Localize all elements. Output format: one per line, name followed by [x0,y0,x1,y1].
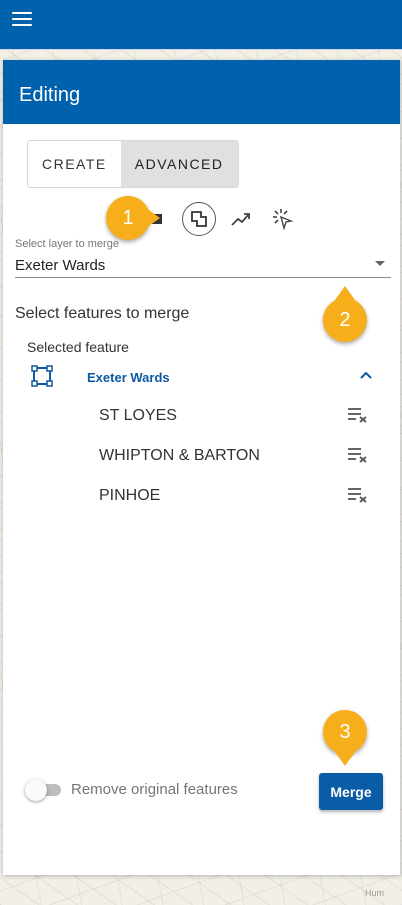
clear-list-icon[interactable] [347,447,369,463]
clear-list-icon[interactable] [347,487,369,503]
trend-tool-button[interactable] [223,202,259,236]
tab-advanced[interactable]: ADVANCED [120,141,238,187]
chevron-up-icon[interactable] [359,370,373,380]
features-section-title: Select features to merge [15,305,190,322]
panel-title: Editing [3,60,400,124]
layer-select[interactable]: Select layer to merge Exeter Wards [15,238,391,278]
advanced-tools [139,202,301,236]
remove-original-toggle[interactable]: Remove original features [25,778,265,802]
merge-button[interactable]: Merge [319,773,383,810]
feature-item: ST LOYES [97,397,377,437]
layer-select-label: Select layer to merge [15,238,119,250]
select-cursor-icon [273,209,294,230]
toggle-knob [25,779,47,801]
selected-layer-name: Exeter Wards [87,370,170,385]
edit-mode-tabs: CREATE ADVANCED [27,140,239,188]
top-app-bar [0,0,402,50]
dropdown-caret-icon [375,261,385,266]
hamburger-menu-icon[interactable] [12,12,32,28]
callout-badge: 2 [323,286,367,342]
selected-layer-row[interactable]: Exeter Wards [23,360,383,394]
feature-item: PINHOE [97,477,377,517]
polygon-layer-icon [31,365,53,387]
clear-list-icon[interactable] [347,407,369,423]
trend-line-icon [231,213,250,226]
layer-select-value: Exeter Wards [15,257,106,274]
merge-tool-button[interactable] [181,202,217,236]
feature-item-label: PINHOE [99,487,161,504]
merge-polygons-icon [182,202,216,236]
select-tool-button[interactable] [265,202,301,236]
callout-badge: 3 [323,710,367,766]
feature-item: WHIPTON & BARTON [97,437,377,477]
map-label: Hum [365,888,385,898]
feature-item-label: ST LOYES [99,407,177,424]
selected-feature-label: Selected feature [27,339,129,355]
remove-original-label: Remove original features [71,781,238,798]
callout-badge: 1 [106,196,160,240]
tab-create[interactable]: CREATE [28,141,121,187]
feature-item-label: WHIPTON & BARTON [99,447,260,464]
